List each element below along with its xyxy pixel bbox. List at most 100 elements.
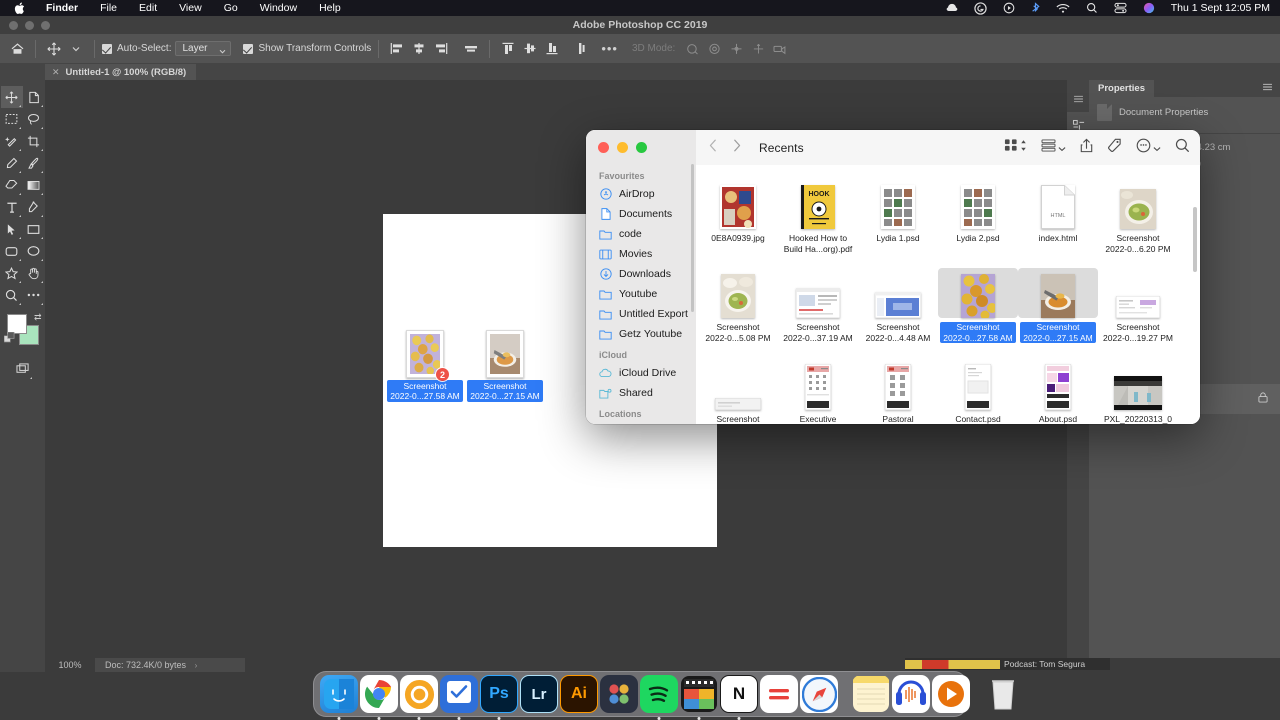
sidebar-item-icloud-drive[interactable]: iCloud Drive bbox=[586, 363, 696, 383]
file-item-0e8a0939[interactable]: 0E8A0939.jpg bbox=[698, 173, 778, 254]
align-vertical-centers-icon[interactable] bbox=[519, 37, 541, 61]
sidebar-item-downloads[interactable]: Downloads bbox=[586, 264, 696, 284]
document-tab[interactable]: ✕ Untitled-1 @ 100% (RGB/8) bbox=[45, 64, 197, 80]
sidebar-item-youtube[interactable]: Youtube bbox=[586, 284, 696, 304]
siri-icon[interactable] bbox=[1135, 2, 1163, 14]
dock-item-spotify[interactable] bbox=[640, 675, 678, 720]
dock-item-things[interactable] bbox=[440, 675, 478, 720]
distribute-vertically-icon[interactable] bbox=[571, 37, 593, 61]
zoom-level[interactable]: 100% bbox=[45, 660, 95, 670]
share-icon[interactable] bbox=[1080, 138, 1093, 158]
finder-minimize-button[interactable] bbox=[617, 142, 628, 153]
show-transform-controls-checkbox[interactable] bbox=[243, 43, 254, 54]
file-item-screenshot-0108pm[interactable]: Screenshot 2022-0...01.08 PM bbox=[698, 354, 778, 425]
sidebar-item-code[interactable]: code bbox=[586, 224, 696, 244]
menu-item-view[interactable]: View bbox=[168, 0, 213, 16]
sidebar-item-getz-youtube[interactable]: Getz Youtube bbox=[586, 324, 696, 344]
collapse-panels-icon[interactable] bbox=[1067, 86, 1089, 112]
sidebar-item-airdrop[interactable]: AirDrop bbox=[586, 184, 696, 204]
grammarly-icon[interactable] bbox=[966, 1, 995, 15]
file-item-pastoral-team-psd[interactable]: Pastoral Team.psd bbox=[858, 354, 938, 425]
auto-select-checkbox[interactable] bbox=[102, 43, 112, 54]
actions-button[interactable] bbox=[1136, 138, 1161, 158]
close-icon[interactable]: ✕ bbox=[52, 67, 60, 78]
dock-item-notes[interactable] bbox=[852, 675, 890, 713]
bluetooth-icon[interactable] bbox=[1023, 1, 1048, 15]
dropbox-icon[interactable] bbox=[938, 3, 966, 14]
three-d-roll-icon[interactable] bbox=[703, 37, 725, 61]
dock-item-audacity[interactable] bbox=[892, 675, 930, 713]
artboard-tool[interactable] bbox=[23, 86, 45, 108]
file-item-screenshot-620pm[interactable]: Screenshot 2022-0...6.20 PM bbox=[1098, 173, 1178, 254]
sidebar-item-shared[interactable]: Shared bbox=[586, 383, 696, 403]
file-item-hooked-pdf[interactable]: HOOK Hooked How to Build Ha...org).pdf bbox=[778, 173, 858, 254]
photoshop-maximize-button[interactable] bbox=[41, 20, 50, 30]
dock-item-notion[interactable]: N bbox=[720, 675, 758, 720]
distribute-horizontally-icon[interactable] bbox=[460, 37, 482, 61]
zoom-tool[interactable] bbox=[1, 284, 23, 306]
dock-item-grammarly[interactable] bbox=[760, 675, 798, 713]
file-item-lydia-1-psd[interactable]: Lydia 1.psd bbox=[858, 173, 938, 254]
icon-view-button[interactable] bbox=[1004, 138, 1027, 157]
photoshop-close-button[interactable] bbox=[9, 20, 18, 30]
menu-item-file[interactable]: File bbox=[89, 0, 128, 16]
file-item-screenshot-448am[interactable]: Screenshot 2022-0...4.48 AM bbox=[858, 262, 938, 346]
three-d-pan-icon[interactable] bbox=[725, 37, 747, 61]
finder-file-grid-area[interactable]: 0E8A0939.jpg HOOK Hooked How to Build Ha… bbox=[696, 165, 1200, 424]
tag-icon[interactable] bbox=[1107, 138, 1122, 158]
tab-properties[interactable]: Properties bbox=[1089, 80, 1154, 97]
sort-chevron-icon[interactable] bbox=[1020, 139, 1027, 157]
file-item-screenshot-2715am[interactable]: Screenshot 2022-0...27.15 AM bbox=[1018, 262, 1098, 346]
file-item-screenshot-1927pm[interactable]: Screenshot 2022-0...19.27 PM bbox=[1098, 262, 1178, 346]
screen-mode-tool[interactable] bbox=[12, 358, 34, 380]
file-item-screenshot-3719am[interactable]: Screenshot 2022-0...37.19 AM bbox=[778, 262, 858, 346]
menu-item-help[interactable]: Help bbox=[308, 0, 352, 16]
dock-item-finder[interactable] bbox=[320, 675, 358, 720]
file-item-index-html[interactable]: HTML index.html bbox=[1018, 173, 1098, 254]
more-options-button[interactable]: ••• bbox=[593, 42, 626, 55]
auto-select-checkbox-group[interactable]: Auto-Select: bbox=[102, 43, 171, 54]
swap-colors-icon[interactable]: ⇄ bbox=[34, 312, 42, 323]
chevron-down-icon[interactable] bbox=[1153, 139, 1161, 157]
move-tool[interactable] bbox=[0, 86, 23, 108]
file-item-executive-team-psd[interactable]: Executive Team.psd bbox=[778, 354, 858, 425]
align-bottom-edges-icon[interactable] bbox=[541, 37, 563, 61]
finder-window[interactable]: Favourites AirDrop Documents code Movies bbox=[586, 130, 1200, 424]
sidebar-item-documents[interactable]: Documents bbox=[586, 204, 696, 224]
sidebar-item-movies[interactable]: Movies bbox=[586, 244, 696, 264]
dragged-file-2[interactable]: Screenshot 2022-0...27.15 AM bbox=[457, 330, 553, 404]
eraser-tool[interactable] bbox=[1, 174, 23, 196]
dock-item-adobe-photoshop[interactable]: Ps bbox=[480, 675, 518, 720]
sidebar-item-untitled-export[interactable]: Untitled Export bbox=[586, 304, 696, 324]
dock-item-trash[interactable] bbox=[984, 675, 1022, 713]
dock-item-davinci-resolve[interactable] bbox=[600, 675, 638, 713]
pen-tool[interactable] bbox=[23, 196, 45, 218]
background-window-strip[interactable]: Podcast: Tom Segura bbox=[905, 658, 1110, 670]
menu-bar-clock[interactable]: Thu 1 Sept 12:05 PM bbox=[1163, 2, 1274, 14]
align-horizontal-centers-icon[interactable] bbox=[408, 37, 430, 61]
file-item-screenshot-508pm[interactable]: Screenshot 2022-0...5.08 PM bbox=[698, 262, 778, 346]
file-item-pxl-video-mp4[interactable]: PXL_20220313_0 42335123.mp4 bbox=[1098, 354, 1178, 425]
panel-menu-icon[interactable] bbox=[1255, 83, 1280, 94]
chevron-left-icon[interactable] bbox=[709, 139, 717, 157]
dock-item-google-chrome[interactable] bbox=[360, 675, 398, 720]
default-colors-icon[interactable] bbox=[3, 330, 15, 348]
dock-item-vlc[interactable] bbox=[932, 675, 970, 713]
chevron-down-icon[interactable] bbox=[1058, 139, 1066, 157]
menu-item-go[interactable]: Go bbox=[213, 0, 249, 16]
chevron-right-icon[interactable] bbox=[733, 139, 741, 157]
file-item-contact-psd[interactable]: Contact.psd bbox=[938, 354, 1018, 425]
three-d-slide-icon[interactable] bbox=[747, 37, 769, 61]
apple-menu-icon[interactable] bbox=[6, 1, 35, 15]
path-selection-tool[interactable] bbox=[1, 218, 23, 240]
type-tool[interactable] bbox=[1, 196, 23, 218]
control-center-icon[interactable] bbox=[1106, 2, 1135, 14]
gradient-tool[interactable] bbox=[23, 174, 45, 196]
menu-item-finder[interactable]: Finder bbox=[35, 0, 89, 16]
align-top-edges-icon[interactable] bbox=[497, 37, 519, 61]
play-circle-icon[interactable] bbox=[995, 2, 1023, 14]
ellipse-tool[interactable] bbox=[23, 240, 45, 262]
quick-selection-tool[interactable] bbox=[1, 130, 23, 152]
file-item-lydia-2-psd[interactable]: Lydia 2.psd bbox=[938, 173, 1018, 254]
group-by-button[interactable] bbox=[1041, 138, 1066, 157]
